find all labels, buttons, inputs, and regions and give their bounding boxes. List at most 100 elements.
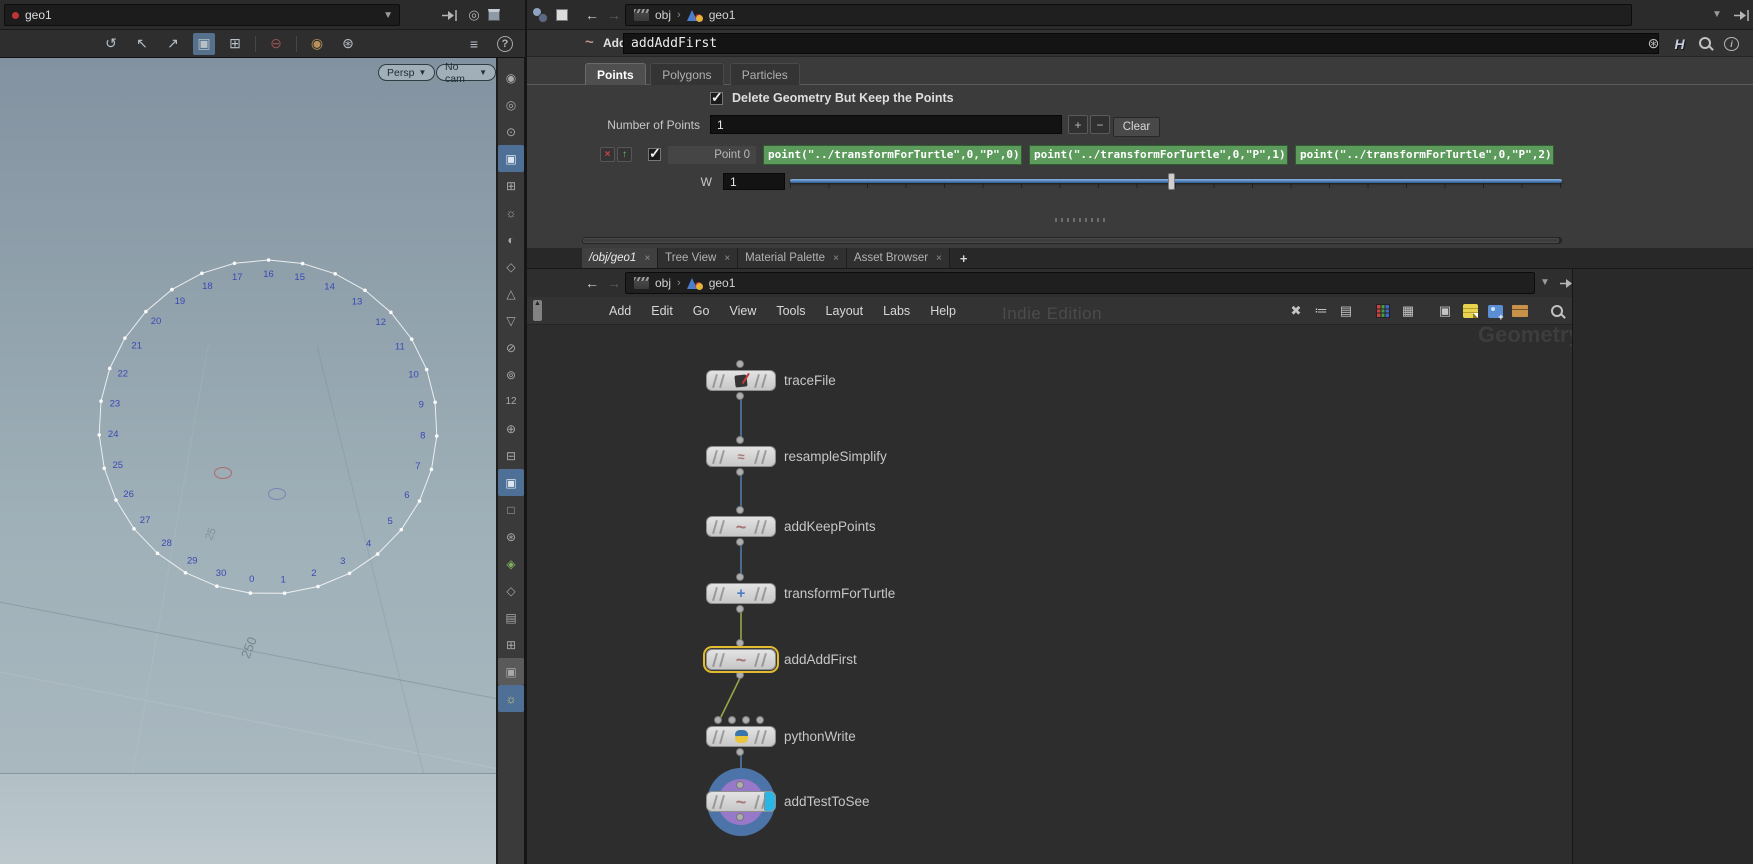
display-flag-cap[interactable] <box>764 792 775 811</box>
point0-y-expression[interactable]: point("../transformForTurtle",0,"P",1) <box>1029 145 1288 165</box>
weight-field[interactable]: 1 <box>723 173 785 190</box>
asset-box-icon[interactable] <box>1511 302 1529 320</box>
wireframe-icon[interactable]: ◇ <box>498 253 524 280</box>
stowbar[interactable]: ▲ <box>533 300 542 321</box>
breadcrumb[interactable]: obj › geo1 <box>625 4 1632 26</box>
back-icon[interactable]: ← <box>585 7 599 23</box>
node-addKeepPoints[interactable]: ~ <box>706 516 776 537</box>
breadcrumb-geo1[interactable]: geo1 <box>709 276 736 290</box>
geometry-point[interactable] <box>434 434 439 438</box>
link-panes-icon[interactable] <box>532 7 548 23</box>
node-input-dot[interactable] <box>728 716 736 724</box>
geometry-point[interactable] <box>170 287 174 292</box>
info-icon[interactable]: i <box>1724 36 1739 51</box>
display-flag-icon[interactable]: ▣ <box>498 658 524 685</box>
node-wire[interactable] <box>718 675 742 722</box>
pane-tab-material-palette[interactable]: Material Palette × <box>738 248 847 268</box>
menu-go[interactable]: Go <box>683 304 720 318</box>
node-output-dot[interactable] <box>736 468 744 476</box>
geometry-point[interactable] <box>363 288 367 293</box>
snapping-icon[interactable]: ⊖ <box>265 33 287 55</box>
geometry-point[interactable] <box>99 399 103 403</box>
node-input-dot[interactable] <box>736 436 744 444</box>
geometry-point[interactable] <box>266 258 271 262</box>
close-icon[interactable]: × <box>833 253 839 264</box>
view-menu-button[interactable]: Persp ▼ <box>378 64 436 81</box>
menu-labs[interactable]: Labs <box>873 304 920 318</box>
geometry-point[interactable] <box>232 261 237 266</box>
tab-points[interactable]: Points <box>585 63 646 85</box>
delete-point-button[interactable]: × <box>600 147 615 162</box>
weight-slider[interactable] <box>790 173 1562 190</box>
scene-viewport[interactable]: 250 25 0 1 2 3 4 5 6 7 8 9 10 11 12 13 14 15 16 17 18 19 20 2… <box>0 58 497 773</box>
close-icon[interactable]: × <box>644 253 650 264</box>
breadcrumb-geo1[interactable]: geo1 <box>709 8 736 22</box>
point0-x-expression[interactable]: point("../transformForTurtle",0,"P",0) <box>763 145 1022 165</box>
menu-tools[interactable]: Tools <box>766 304 815 318</box>
points-minus-button[interactable]: − <box>1090 115 1110 134</box>
lamp-icon[interactable]: ☼ <box>498 685 524 712</box>
geometry-point[interactable] <box>97 433 101 437</box>
bone-icon[interactable]: ◇ <box>498 577 524 604</box>
node-input-dot[interactable] <box>736 573 744 581</box>
geometry-point[interactable] <box>248 591 253 595</box>
geometry-point[interactable] <box>144 309 148 314</box>
geometry-point[interactable] <box>347 571 352 576</box>
cube-icon[interactable] <box>488 9 500 21</box>
shade-icon[interactable]: ◐ <box>498 226 524 253</box>
render-view-icon[interactable]: ◉ <box>306 33 328 55</box>
window-layout-icon[interactable]: ▣ <box>1436 302 1454 320</box>
node-output-dot[interactable] <box>736 605 744 613</box>
zoom-select-icon[interactable]: ⊞ <box>224 33 246 55</box>
select-mode-icon[interactable]: ▣ <box>498 145 524 172</box>
forward-icon[interactable]: → <box>607 7 621 23</box>
node-output-dot[interactable] <box>736 671 744 679</box>
geometry-point[interactable] <box>417 499 422 503</box>
clear-button[interactable]: Clear <box>1113 117 1160 137</box>
select-tool-icon[interactable]: ↖ <box>131 33 153 55</box>
pane-tab--obj-geo1[interactable]: /obj/geo1 × <box>582 248 659 268</box>
handle-icon[interactable]: ▤ <box>498 604 524 631</box>
help-icon[interactable]: ? <box>497 36 513 52</box>
geometry-point[interactable] <box>375 552 380 556</box>
horizontal-scrollbar[interactable] <box>582 237 1562 244</box>
context-selector[interactable]: geo1 ▼ <box>4 4 400 26</box>
geometry-point[interactable] <box>282 591 287 595</box>
close-icon[interactable]: × <box>724 253 730 264</box>
pane-splitter-grip[interactable] <box>1055 218 1105 222</box>
geometry-point[interactable] <box>424 367 429 372</box>
tab-particles[interactable]: Particles <box>729 63 800 85</box>
tree-view-icon[interactable]: ≔ <box>1312 302 1330 320</box>
level-badge[interactable]: 12 <box>498 388 524 415</box>
menu-edit[interactable]: Edit <box>641 304 683 318</box>
geometry-point[interactable] <box>316 584 320 589</box>
mirror-icon[interactable]: ⊘ <box>498 334 524 361</box>
uv-icon[interactable]: ▽ <box>498 307 524 334</box>
isolate-icon[interactable]: ◎ <box>498 91 524 118</box>
list-view-icon[interactable]: ▤ <box>1337 302 1355 320</box>
houdini-help-icon[interactable]: H <box>1672 36 1687 52</box>
geometry-point[interactable] <box>433 400 437 405</box>
node-input-dot[interactable] <box>742 716 750 724</box>
sticky-note-icon[interactable] <box>1461 302 1479 320</box>
node-pythonWrite[interactable] <box>706 726 776 747</box>
new-pane-tab-button[interactable]: + <box>950 248 978 268</box>
tab-polygons[interactable]: Polygons <box>650 63 724 85</box>
menu-help[interactable]: Help <box>920 304 966 318</box>
pane-marker-icon[interactable] <box>556 9 568 21</box>
chevron-down-icon[interactable]: ▼ <box>1712 9 1722 20</box>
menu-view[interactable]: View <box>719 304 766 318</box>
background-image-icon[interactable] <box>1486 302 1504 322</box>
points-plus-button[interactable]: + <box>1068 115 1088 134</box>
info-strip-icon[interactable]: ⊞ <box>498 631 524 658</box>
geometry-point[interactable] <box>300 261 305 266</box>
number-of-points-field[interactable]: 1 <box>710 115 1062 134</box>
node-name-field[interactable]: addAddFirst <box>623 33 1659 54</box>
camera-menu-button[interactable]: No cam ▼ <box>436 61 496 85</box>
scrollbar-thumb[interactable] <box>583 238 1559 243</box>
visibility-icon[interactable]: ◉ <box>498 64 524 91</box>
search-icon[interactable] <box>1698 36 1713 51</box>
geometry-point[interactable] <box>200 271 204 276</box>
chevron-down-icon[interactable]: ▼ <box>1540 277 1550 288</box>
node-output-dot[interactable] <box>736 748 744 756</box>
